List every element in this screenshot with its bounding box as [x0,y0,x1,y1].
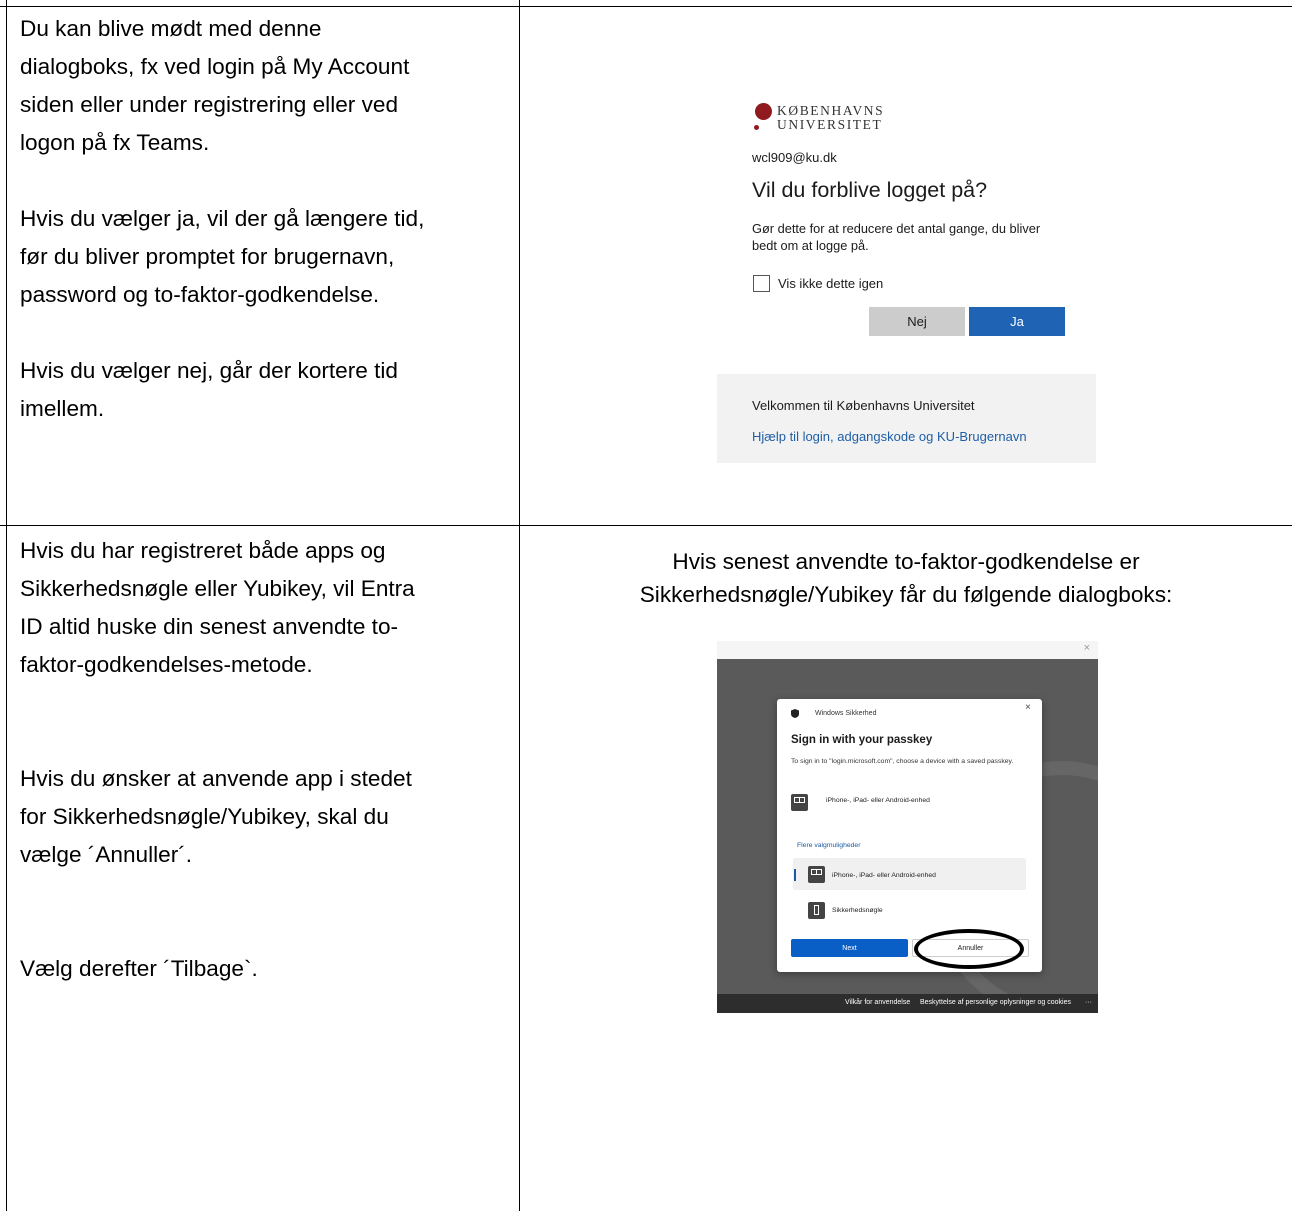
more-options-link[interactable]: Flere valgmuligheder [797,842,860,849]
text-line: Sikkerhedsnøgle eller Yubikey, vil Entra [20,576,415,601]
text-line: Hvis du ønsker at anvende app i stedet [20,766,412,791]
next-button[interactable]: Next [791,939,908,957]
highlight-ellipse [914,929,1024,969]
no-button[interactable]: Nej [869,307,965,336]
caption-line: Hvis senest anvendte to-faktor-godkendel… [672,549,1140,574]
table-top-border [0,6,1292,7]
text-line: før du bliver promptet for brugernavn, [20,244,395,269]
table-left-border [6,0,7,1211]
text-line: dialogboks, fx ved login på My Account [20,54,410,79]
logo-text-line2: UNIVERSITET [777,117,883,132]
dialog-description: To sign in to "login.microsoft.com", cho… [791,758,1014,765]
instructions-bottom: Hvis du har registreret både apps og Sik… [20,532,510,988]
text-line: password og to-faktor-godkendelse. [20,282,380,307]
dialog-title: Sign in with your passkey [791,734,933,746]
login-footer [717,374,1096,463]
terms-link[interactable]: Vilkår for anvendelse [845,999,910,1006]
more-icon[interactable]: ··· [1085,999,1092,1006]
caption: Hvis senest anvendte to-faktor-godkendel… [520,545,1292,611]
shield-icon [791,709,799,718]
text-line: Du kan blive mødt med denne [20,16,322,41]
close-icon[interactable]: × [1025,702,1031,713]
window-close-icon[interactable]: × [1084,642,1090,654]
footer-bar: Vilkår for anvendelse Beskyttelse af per… [717,994,1098,1013]
privacy-link[interactable]: Beskyttelse af personlige oplysninger og… [920,999,1071,1006]
instructions-top: Du kan blive mødt med denne dialogboks, … [20,10,510,428]
option-phone-label[interactable]: iPhone-, iPad- eller Android-enhed [826,797,930,804]
security-key-icon [808,902,825,919]
qr-code-icon [808,866,825,883]
dont-show-again-checkbox[interactable] [753,275,770,292]
text-line: Hvis du vælger ja, vil der gå længere ti… [20,206,425,231]
text-line: logon på fx Teams. [20,130,210,155]
dialog-app-name: Windows Sikkerhed [815,710,877,717]
qr-code-icon [791,794,808,811]
text-line: ID altid huske din senest anvendte to- [20,614,399,639]
text-line: vælge ´Annuller´. [20,842,193,867]
selection-indicator [794,869,796,881]
ku-logo: KØBENHAVNS UNIVERSITET [752,100,972,140]
dialog-title: Vil du forblive logget på? [752,178,988,202]
account-email: wcl909@ku.dk [752,150,837,165]
text-line: faktor-godkendelses-metode. [20,652,313,677]
window-titlebar: × [717,641,1098,659]
text-line: Hvis du vælger nej, går der kortere tid [20,358,398,383]
text-line: Hvis du har registreret både apps og [20,538,386,563]
help-link[interactable]: Hjælp til login, adgangskode og KU-Bruge… [752,429,1027,444]
text-line: imellem. [20,396,105,421]
text-line: Vælg derefter ´Tilbage`. [20,956,258,981]
checkbox-label: Vis ikke dette igen [778,276,884,291]
table-middle-border [0,525,1292,526]
text-line: for Sikkerhedsnøgle/Yubikey, skal du [20,804,389,829]
caption-line: Sikkerhedsnøgle/Yubikey får du følgende … [639,582,1173,607]
option-security-key-label[interactable]: Sikkerhedsnøgle [832,907,883,914]
welcome-text: Velkommen til Københavns Universitet [752,398,975,413]
dialog-description: Gør dette for at reducere det antal gang… [752,221,1041,253]
text-line: siden eller under registrering eller ved [20,92,399,117]
option-phone-label[interactable]: iPhone-, iPad- eller Android-enhed [832,872,936,879]
yes-button[interactable]: Ja [969,307,1065,336]
